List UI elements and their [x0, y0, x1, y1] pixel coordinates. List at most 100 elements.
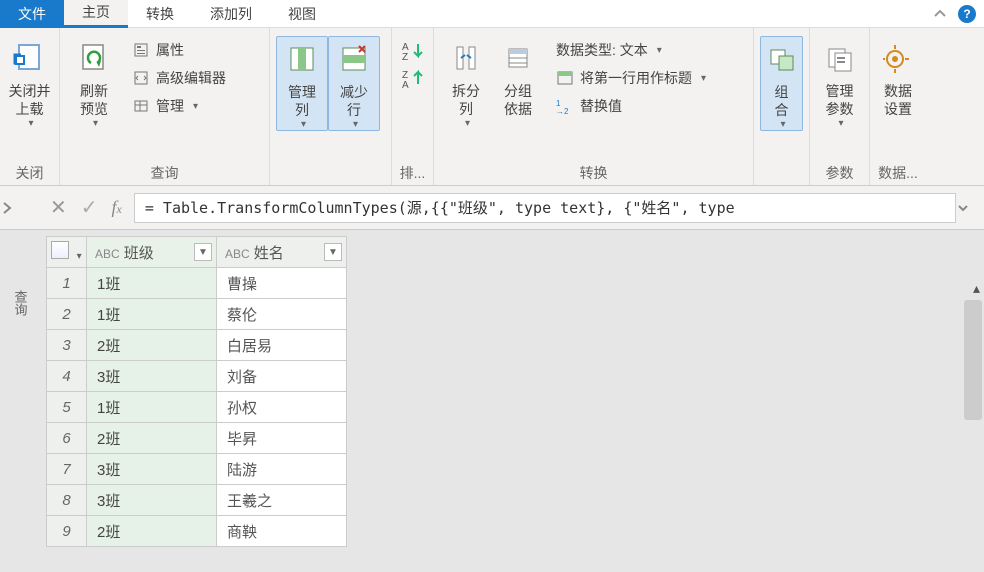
- manage-parameters-button[interactable]: 管理参数 ▾: [816, 36, 863, 129]
- column-header-name[interactable]: ABC 姓名 ▼: [217, 237, 347, 268]
- scroll-up-icon[interactable]: ▴: [973, 280, 980, 297]
- properties-icon: [132, 41, 150, 59]
- formula-confirm-icon[interactable]: ✓: [81, 195, 98, 220]
- tab-file[interactable]: 文件: [0, 0, 64, 28]
- group-label-params: 参数: [816, 159, 863, 185]
- cell-name[interactable]: 刘备: [217, 361, 347, 392]
- cell-name[interactable]: 毕昇: [217, 423, 347, 454]
- table-row[interactable]: 43班刘备: [47, 361, 347, 392]
- sort-asc-button[interactable]: AZ: [402, 40, 426, 60]
- cell-class[interactable]: 1班: [87, 392, 217, 423]
- table-header-icon: [556, 69, 574, 87]
- combine-label: 组合: [775, 79, 789, 119]
- row-number: 6: [47, 423, 87, 454]
- ribbon: 关闭并上载 ▾ 关闭 刷新预览 ▾: [0, 28, 984, 186]
- group-by-button[interactable]: 分组依据: [492, 36, 544, 118]
- tab-view[interactable]: 视图: [270, 0, 334, 28]
- group-label-sort: 排...: [398, 159, 427, 185]
- formula-input[interactable]: [134, 193, 956, 223]
- properties-button[interactable]: 属性: [126, 36, 232, 64]
- split-column-button[interactable]: 拆分列 ▾: [440, 36, 492, 129]
- replace-values-button[interactable]: 1→2 替换值: [550, 92, 712, 120]
- data-source-settings-button[interactable]: 数据设置: [876, 36, 920, 118]
- type-icon: ABC: [95, 247, 120, 261]
- group-by-label: 分组依据: [504, 78, 532, 118]
- table-row[interactable]: 73班陆游: [47, 454, 347, 485]
- group-label-transform: 转换: [440, 159, 747, 185]
- type-icon: ABC: [225, 247, 250, 261]
- group-label-query: 查询: [66, 159, 263, 185]
- data-type-button[interactable]: 数据类型: 文本▾: [550, 36, 712, 64]
- advanced-editor-button[interactable]: 高级编辑器: [126, 64, 232, 92]
- manage-parameters-label: 管理参数: [826, 78, 854, 118]
- table-row[interactable]: 83班王羲之: [47, 485, 347, 516]
- fx-icon: fx: [108, 197, 134, 218]
- cell-name[interactable]: 王羲之: [217, 485, 347, 516]
- data-grid[interactable]: ▾ ABC班级 ▼ ABC姓名 ▼ 11班曹操21班蔡伦32班白居易43班刘备5…: [46, 236, 347, 547]
- manage-columns-button[interactable]: 管理列 ▾: [276, 36, 328, 131]
- tab-transform[interactable]: 转换: [128, 0, 192, 28]
- formula-bar: ✕ ✓ fx: [0, 186, 984, 230]
- table-row[interactable]: 21班蔡伦: [47, 299, 347, 330]
- table-row[interactable]: 11班曹操: [47, 268, 347, 299]
- cell-name[interactable]: 白居易: [217, 330, 347, 361]
- row-number: 7: [47, 454, 87, 485]
- cell-class[interactable]: 2班: [87, 330, 217, 361]
- cell-class[interactable]: 2班: [87, 423, 217, 454]
- cell-name[interactable]: 陆游: [217, 454, 347, 485]
- group-label-columns: [276, 163, 385, 185]
- close-and-load-button[interactable]: 关闭并上载 ▾: [6, 36, 53, 129]
- group-label-data: 数据...: [876, 159, 920, 185]
- svg-text:Z: Z: [402, 52, 408, 60]
- combine-button[interactable]: 组合 ▾: [760, 36, 803, 131]
- properties-label: 属性: [156, 40, 184, 60]
- split-column-label: 拆分列: [452, 78, 480, 118]
- table-row[interactable]: 92班商鞅: [47, 516, 347, 547]
- collapse-ribbon-icon[interactable]: [932, 6, 948, 22]
- cell-name[interactable]: 曹操: [217, 268, 347, 299]
- cell-class[interactable]: 2班: [87, 516, 217, 547]
- cell-class[interactable]: 3班: [87, 454, 217, 485]
- manage-columns-label: 管理列: [288, 79, 316, 119]
- queries-pane-toggle[interactable]: 查询: [11, 290, 30, 316]
- tab-home[interactable]: 主页: [64, 0, 128, 28]
- first-row-headers-label: 将第一行用作标题: [580, 68, 692, 88]
- sort-desc-button[interactable]: ZA: [402, 68, 426, 88]
- table-row[interactable]: 32班白居易: [47, 330, 347, 361]
- table-row[interactable]: 62班毕昇: [47, 423, 347, 454]
- cell-class[interactable]: 1班: [87, 268, 217, 299]
- reduce-rows-button[interactable]: 减少行 ▾: [328, 36, 380, 131]
- table-row[interactable]: 51班孙权: [47, 392, 347, 423]
- formula-expand-icon[interactable]: [956, 201, 984, 215]
- cell-name[interactable]: 孙权: [217, 392, 347, 423]
- first-row-headers-button[interactable]: 将第一行用作标题▾: [550, 64, 712, 92]
- refresh-preview-button[interactable]: 刷新预览 ▾: [66, 36, 122, 129]
- expand-left-panel-icon[interactable]: [0, 201, 40, 215]
- reduce-rows-label: 减少行: [340, 79, 368, 119]
- column-header-class-label: 班级: [124, 245, 154, 262]
- manage-query-label: 管理: [156, 96, 184, 116]
- manage-query-button[interactable]: 管理 ▾: [126, 92, 232, 120]
- svg-text:→2: →2: [556, 107, 569, 114]
- cell-class[interactable]: 3班: [87, 485, 217, 516]
- cell-name[interactable]: 商鞅: [217, 516, 347, 547]
- data-type-label: 数据类型: 文本: [556, 40, 648, 60]
- column-filter-icon[interactable]: ▼: [324, 243, 342, 261]
- advanced-editor-icon: [132, 69, 150, 87]
- column-header-name-label: 姓名: [254, 245, 284, 262]
- cell-class[interactable]: 1班: [87, 299, 217, 330]
- refresh-preview-label: 刷新预览: [80, 78, 108, 118]
- replace-values-label: 替换值: [580, 96, 622, 116]
- cell-class[interactable]: 3班: [87, 361, 217, 392]
- row-number: 1: [47, 268, 87, 299]
- scrollbar-thumb[interactable]: [964, 300, 982, 420]
- row-number: 2: [47, 299, 87, 330]
- row-number: 3: [47, 330, 87, 361]
- formula-cancel-icon[interactable]: ✕: [50, 195, 67, 220]
- table-corner[interactable]: ▾: [47, 237, 87, 268]
- column-filter-icon[interactable]: ▼: [194, 243, 212, 261]
- help-icon[interactable]: ?: [958, 5, 976, 23]
- cell-name[interactable]: 蔡伦: [217, 299, 347, 330]
- tab-add-column[interactable]: 添加列: [192, 0, 270, 28]
- column-header-class[interactable]: ABC 班级 ▼: [87, 237, 217, 268]
